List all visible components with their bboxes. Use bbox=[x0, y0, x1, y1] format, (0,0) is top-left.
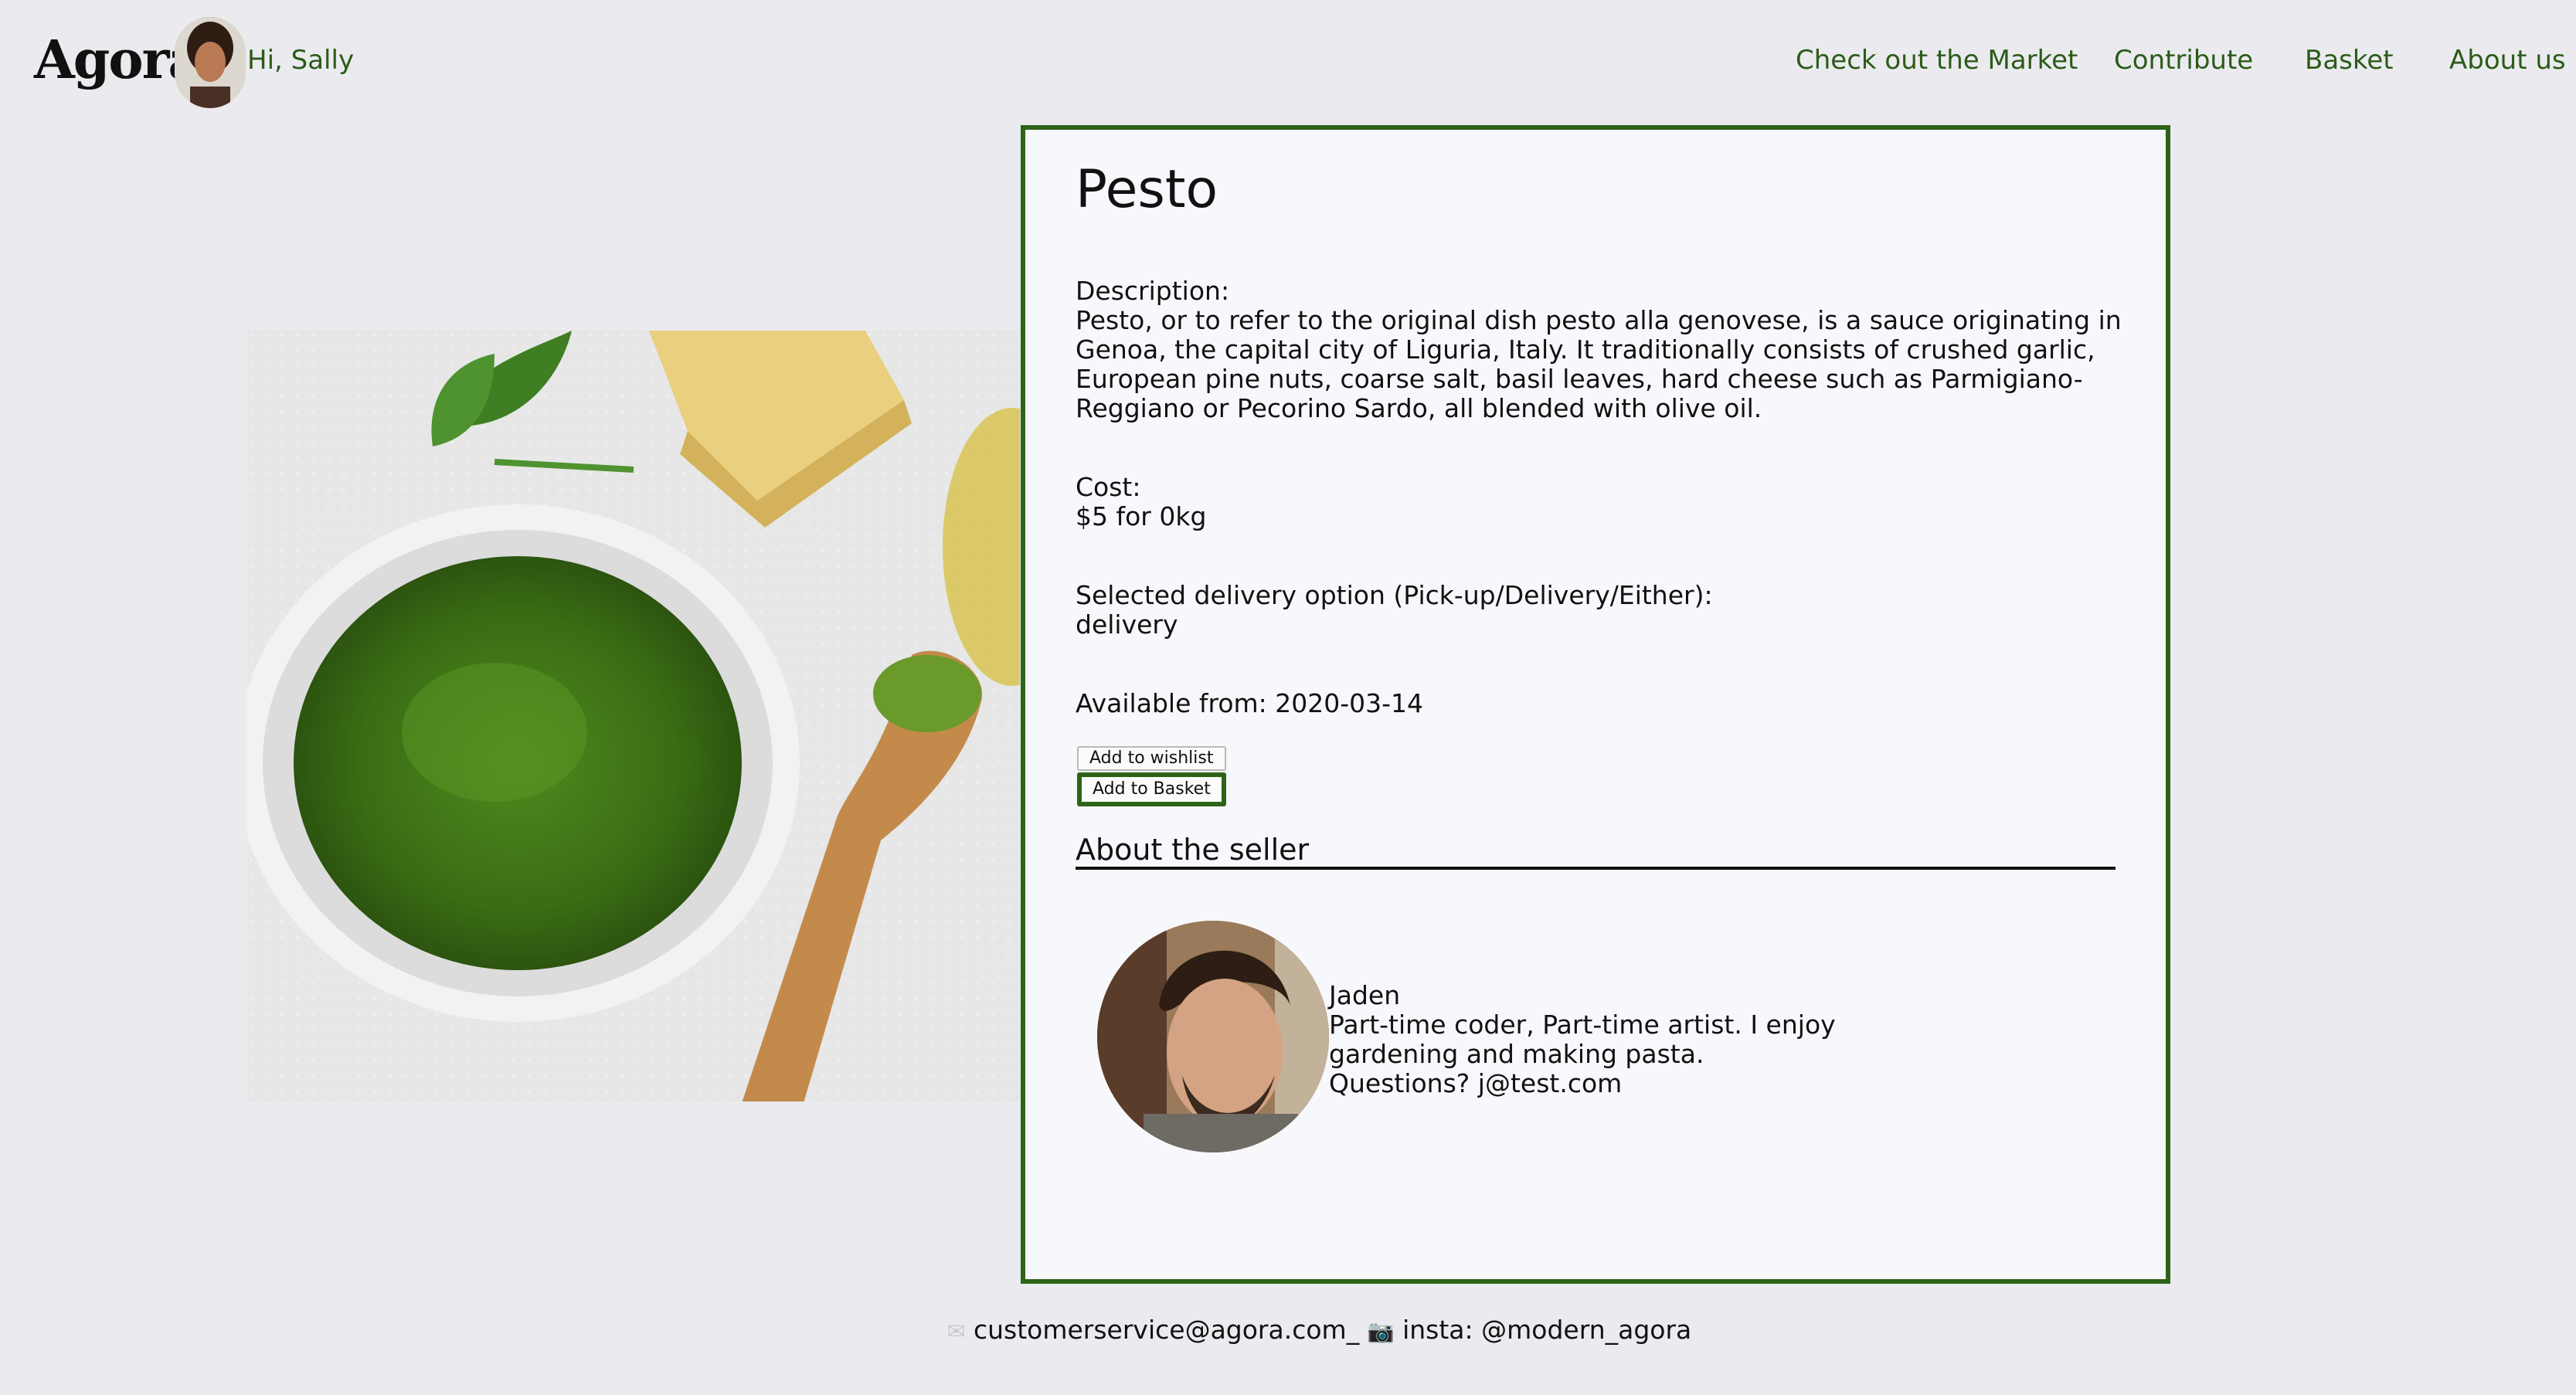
seller-divider bbox=[1076, 867, 2116, 870]
envelope-icon: ✉ bbox=[947, 1319, 966, 1344]
footer-email[interactable]: customerservice@agora.com_ bbox=[974, 1315, 1359, 1345]
nav-contribute[interactable]: Contribute bbox=[2114, 45, 2253, 76]
user-avatar[interactable] bbox=[175, 17, 246, 108]
add-to-basket-button[interactable]: Add to Basket bbox=[1077, 772, 1226, 806]
footer-instagram[interactable]: insta: @modern_agora bbox=[1402, 1315, 1691, 1345]
nav-about-us[interactable]: About us bbox=[2449, 45, 2566, 76]
available-date: Available from: 2020-03-14 bbox=[1076, 688, 1424, 718]
delivery-label: Selected delivery option (Pick-up/Delive… bbox=[1076, 580, 1713, 610]
delivery-option: delivery bbox=[1076, 609, 1178, 640]
product-cost: $5 for 0kg bbox=[1076, 501, 1207, 531]
product-description: Pesto, or to refer to the original dish … bbox=[1076, 305, 2122, 423]
cost-label: Cost: bbox=[1076, 472, 1141, 502]
product-image bbox=[247, 331, 1020, 1101]
footer: ✉ customerservice@agora.com_ 📷 insta: @m… bbox=[947, 1315, 1691, 1345]
seller-avatar bbox=[1097, 921, 1329, 1152]
user-greeting: Hi, Sally bbox=[247, 45, 355, 76]
seller-bio: Part-time coder, Part-time artist. I enj… bbox=[1329, 1010, 1836, 1069]
seller-contact: Questions? j@test.com bbox=[1329, 1068, 1623, 1098]
nav-basket[interactable]: Basket bbox=[2305, 45, 2394, 76]
seller-name: Jaden bbox=[1329, 980, 1401, 1010]
description-label: Description: bbox=[1076, 276, 1230, 306]
camera-icon: 📷 bbox=[1367, 1319, 1395, 1344]
seller-heading: About the seller bbox=[1076, 833, 1310, 867]
product-title: Pesto bbox=[1076, 159, 1218, 220]
add-to-wishlist-button[interactable]: Add to wishlist bbox=[1077, 746, 1226, 771]
nav-market[interactable]: Check out the Market bbox=[1796, 45, 2078, 76]
